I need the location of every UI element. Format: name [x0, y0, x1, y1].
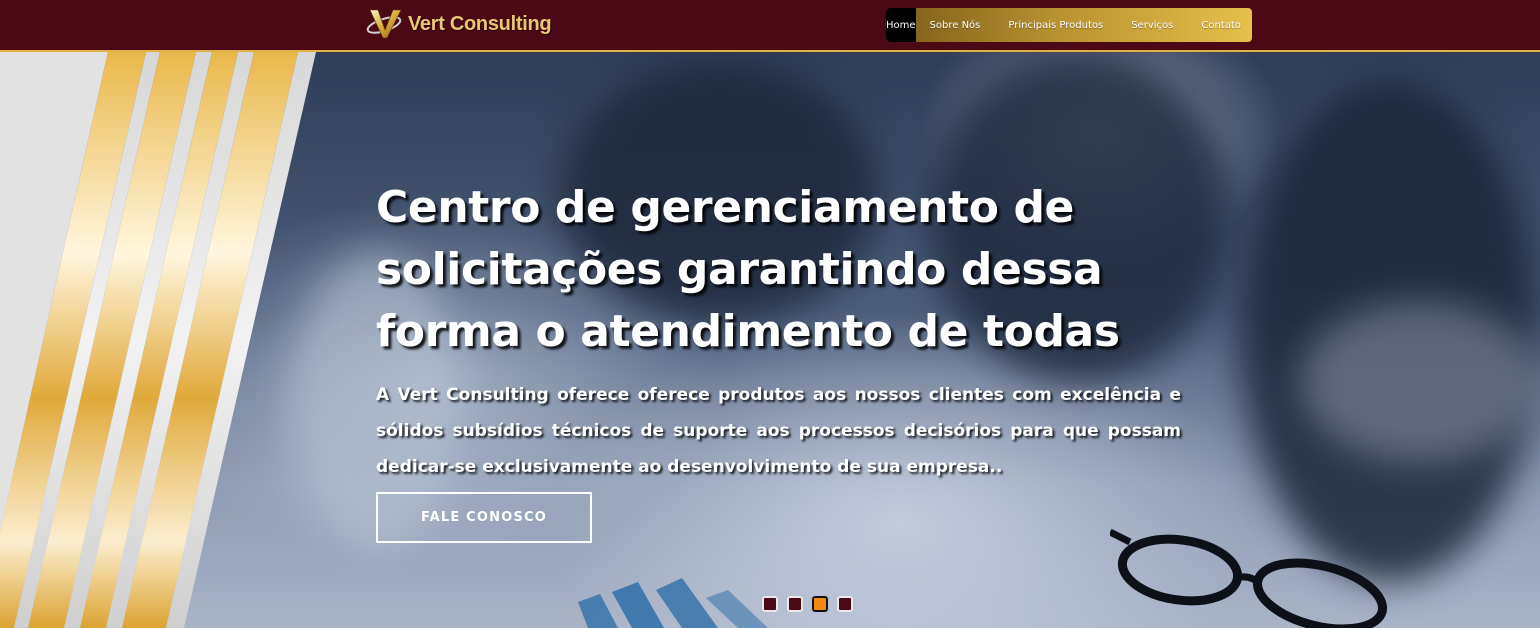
- nav-item-servicos[interactable]: Serviços: [1117, 8, 1187, 42]
- slide-dot-1[interactable]: [762, 596, 778, 612]
- brand-name: Vert Consulting: [408, 12, 552, 35]
- gold-silver-stripes-decoration: [0, 52, 316, 628]
- slide-dot-2[interactable]: [787, 596, 803, 612]
- main-nav: Home Sobre Nós Principais Produtos Servi…: [886, 8, 1252, 42]
- hero-slider: Centro de gerenciamento de solicitações …: [0, 52, 1540, 628]
- hero-description: A Vert Consulting oferece oferece produt…: [376, 385, 1181, 477]
- background-highlight: [1300, 302, 1540, 462]
- slide-indicators: [762, 596, 853, 612]
- nav-item-sobre-nos[interactable]: Sobre Nós: [916, 8, 995, 42]
- v-swoosh-logo-icon: [366, 9, 402, 39]
- eyeglasses-decoration: [1110, 528, 1388, 628]
- hero-title: Centro de gerenciamento de solicitações …: [376, 182, 1120, 357]
- nav-item-home[interactable]: Home: [886, 8, 916, 42]
- top-header: Vert Consulting Home Sobre Nós Principai…: [0, 0, 1540, 52]
- logo[interactable]: Vert Consulting: [364, 6, 552, 42]
- slide-dot-4[interactable]: [837, 596, 853, 612]
- contact-us-button[interactable]: FALE CONOSCO: [376, 492, 592, 543]
- hero-content: Centro de gerenciamento de solicitações …: [376, 177, 1196, 485]
- nav-item-principais-produtos[interactable]: Principais Produtos: [994, 8, 1117, 42]
- nav-item-contato[interactable]: Contato: [1187, 8, 1252, 42]
- slide-dot-3-active[interactable]: [812, 596, 828, 612]
